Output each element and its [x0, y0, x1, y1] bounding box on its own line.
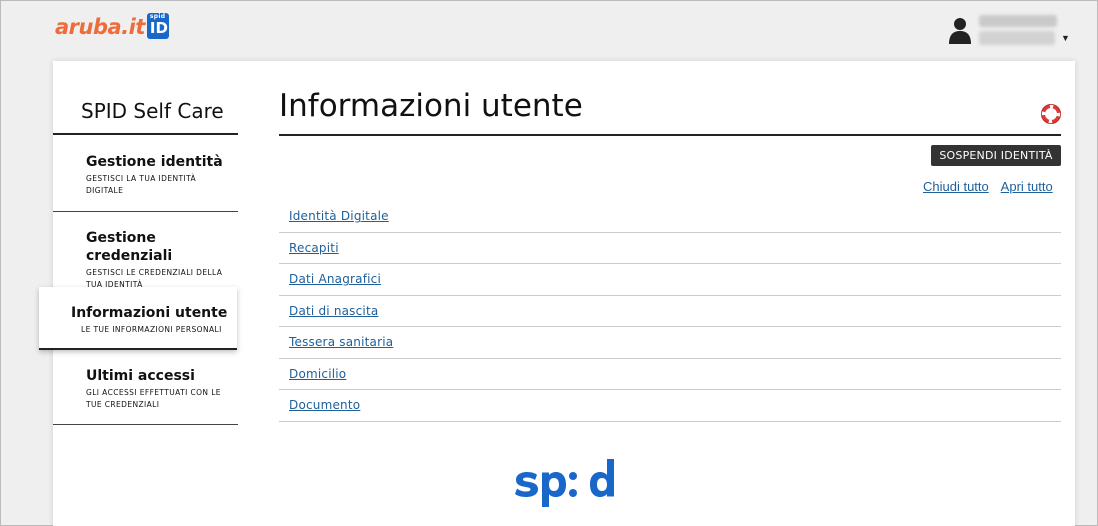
user-detail-redacted — [979, 31, 1055, 45]
sidebar-divider — [53, 424, 238, 425]
aruba-spid-logo[interactable]: aruba.it spid ID — [55, 13, 169, 39]
sidebar-item-label: Ultimi accessi — [86, 368, 195, 384]
spid-logo — [515, 459, 614, 507]
sidebar-item-label: Gestione identità — [86, 154, 223, 170]
info-sections-list: Identità Digitale Recapiti Dati Anagrafi… — [279, 201, 1061, 422]
section-dati-anagrafici-link[interactable]: Dati Anagrafici — [289, 272, 381, 286]
expand-all-link[interactable]: Apri tutto — [1001, 179, 1053, 194]
sidebar-title: SPID Self Care — [81, 99, 224, 123]
user-name-redacted — [979, 15, 1057, 27]
top-bar: aruba.it spid ID ▼ — [1, 1, 1097, 61]
list-item[interactable]: Dati Anagrafici — [279, 264, 1061, 296]
collapse-all-link[interactable]: Chiudi tutto — [923, 179, 989, 194]
title-divider — [279, 134, 1061, 136]
sidebar-item-sub: GESTISCI LA TUA IDENTITÀ — [86, 174, 197, 183]
section-recapiti-link[interactable]: Recapiti — [289, 241, 339, 255]
accordion-toggles: Chiudi tutto Apri tutto — [923, 179, 1062, 194]
section-documento-link[interactable]: Documento — [289, 398, 360, 412]
user-info-blurred — [979, 15, 1057, 45]
chevron-down-icon[interactable]: ▼ — [1061, 33, 1070, 43]
sidebar-item-gestione-identita[interactable]: Gestione identità GESTISCI LA TUA IDENTI… — [53, 153, 238, 197]
list-item[interactable]: Tessera sanitaria — [279, 327, 1061, 359]
lifebuoy-icon[interactable] — [1041, 104, 1061, 124]
sidebar-item-sub: DIGITALE — [86, 186, 124, 195]
list-item[interactable]: Dati di nascita — [279, 296, 1061, 327]
list-item[interactable]: Domicilio — [279, 359, 1061, 390]
user-menu[interactable]: ▼ — [949, 15, 1070, 45]
section-identita-digitale-link[interactable]: Identità Digitale — [289, 209, 389, 223]
user-icon — [949, 18, 971, 44]
logo-text: aruba.it — [55, 15, 145, 39]
list-item[interactable]: Identità Digitale — [279, 201, 1061, 233]
sidebar-item-ultimi-accessi[interactable]: Ultimi accessi GLI ACCESSI EFFETTUATI CO… — [53, 367, 238, 411]
list-item[interactable]: Recapiti — [279, 233, 1061, 264]
sidebar-item-label: Gestione credenziali — [86, 230, 173, 264]
sidebar-item-sub: GLI ACCESSI EFFETTUATI CON LE — [86, 388, 221, 397]
sidebar-item-informazioni-utente[interactable]: Informazioni utente LE TUE INFORMAZIONI … — [39, 287, 237, 350]
sidebar-item-sub: TUE CREDENZIALI — [86, 400, 160, 409]
sidebar-divider — [53, 133, 238, 135]
sidebar-item-gestione-credenziali[interactable]: Gestione credenziali GESTISCI LE CREDENZ… — [53, 229, 238, 291]
section-domicilio-link[interactable]: Domicilio — [289, 367, 346, 381]
sidebar-item-sub: GESTISCI LE CREDENZIALI DELLA — [86, 268, 223, 277]
list-item[interactable]: Documento — [279, 390, 1061, 422]
section-tessera-sanitaria-link[interactable]: Tessera sanitaria — [289, 335, 393, 349]
page-title: Informazioni utente — [279, 88, 583, 124]
suspend-identity-button[interactable]: SOSPENDI IDENTITÀ — [931, 145, 1061, 166]
badge-big-text: ID — [149, 19, 168, 37]
spid-id-badge: spid ID — [146, 13, 169, 39]
main-panel: SPID Self Care Gestione identità GESTISC… — [39, 61, 1075, 526]
section-dati-nascita-link[interactable]: Dati di nascita — [289, 304, 378, 318]
sidebar-divider — [53, 211, 238, 212]
sidebar-item-sub: LE TUE INFORMAZIONI PERSONALI — [81, 325, 222, 334]
sidebar-item-label: Informazioni utente — [71, 305, 228, 321]
